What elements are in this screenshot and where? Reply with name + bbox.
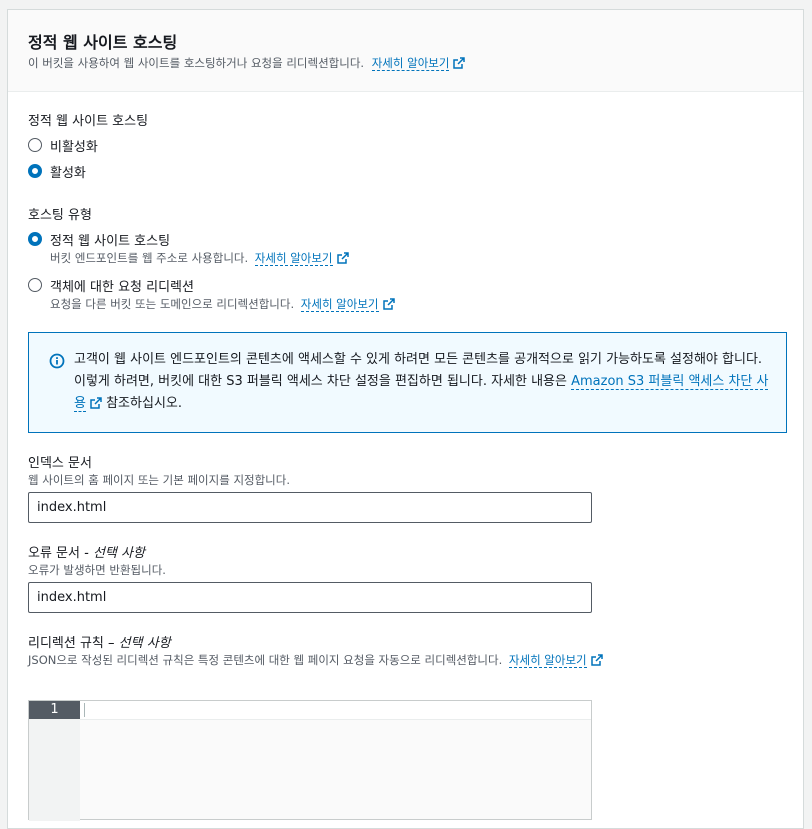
radio-static-hosting-label[interactable]: 정적 웹 사이트 호스팅 — [50, 230, 170, 249]
info-alert-text: 고객이 웹 사이트 엔드포인트의 콘텐츠에 액세스할 수 있게 하려면 모든 콘… — [74, 349, 774, 415]
error-document-label-text: 오류 문서 — [28, 546, 80, 561]
redirect-rules-label: 리디렉션 규칙 – 선택 사항 — [28, 632, 171, 651]
info-alert-text-2: 참조하십시오. — [101, 396, 182, 411]
error-document-optional: - 선택 사항 — [84, 546, 145, 561]
editor-gutter — [29, 701, 80, 821]
radio-redirect-label[interactable]: 객체에 대한 요청 리디렉션 — [50, 276, 194, 295]
radio-enable-label[interactable]: 활성화 — [50, 162, 86, 181]
redirect-description-text: 요청을 다른 버킷 또는 도메인으로 리디렉션합니다. — [50, 297, 295, 311]
redirect-rules-editor[interactable]: 1 — [28, 700, 592, 821]
redirect-rules-label-text: 리디렉션 규칙 — [28, 636, 104, 651]
info-icon — [49, 353, 65, 369]
index-document-label: 인덱스 문서 — [28, 456, 92, 471]
error-document-label: 오류 문서 - 선택 사항 — [28, 542, 145, 561]
hosting-toggle-label: 정적 웹 사이트 호스팅 — [28, 114, 149, 129]
panel-description: 이 버킷을 사용하여 웹 사이트를 호스팅하거나 요청을 리디렉션합니다. 자세… — [28, 55, 466, 71]
index-document-description: 웹 사이트의 홈 페이지 또는 기본 페이지를 지정합니다. — [28, 473, 291, 487]
panel-header: 정적 웹 사이트 호스팅 이 버킷을 사용하여 웹 사이트를 호스팅하거나 요청… — [8, 10, 803, 92]
info-alert: 고객이 웹 사이트 엔드포인트의 콘텐츠에 액세스할 수 있게 하려면 모든 콘… — [28, 332, 787, 433]
error-document-input[interactable]: index.html — [28, 582, 592, 613]
radio-disable[interactable] — [28, 138, 42, 152]
radio-disable-label[interactable]: 비활성화 — [50, 136, 98, 155]
redirect-learn-more-link[interactable]: 자세히 알아보기 — [300, 297, 379, 312]
editor-line-number: 1 — [29, 701, 80, 719]
editor-active-line[interactable] — [80, 701, 591, 720]
panel-description-text: 이 버킷을 사용하여 웹 사이트를 호스팅하거나 요청을 리디렉션합니다. — [28, 56, 365, 70]
learn-more-link[interactable]: 자세히 알아보기 — [371, 56, 450, 71]
editor-cursor — [84, 703, 85, 717]
error-document-description: 오류가 발생하면 반환됩니다. — [28, 563, 166, 577]
external-link-icon — [590, 654, 603, 666]
radio-enable[interactable] — [28, 164, 42, 178]
redirect-rules-description-text: JSON으로 작성된 리디렉션 규칙은 특정 콘텐츠에 대한 웹 페이지 요청을… — [28, 653, 503, 667]
static-hosting-description: 버킷 엔드포인트를 웹 주소로 사용합니다. 자세히 알아보기 — [50, 250, 349, 266]
radio-redirect[interactable] — [28, 278, 42, 292]
index-document-input[interactable]: index.html — [28, 492, 592, 523]
static-hosting-description-text: 버킷 엔드포인트를 웹 주소로 사용합니다. — [50, 251, 249, 265]
external-link-icon — [453, 57, 466, 69]
panel-title: 정적 웹 사이트 호스팅 — [28, 33, 178, 52]
redirect-rules-description: JSON으로 작성된 리디렉션 규칙은 특정 콘텐츠에 대한 웹 페이지 요청을… — [28, 652, 603, 668]
static-website-hosting-panel: 정적 웹 사이트 호스팅 이 버킷을 사용하여 웹 사이트를 호스팅하거나 요청… — [7, 9, 804, 829]
hosting-type-label: 호스팅 유형 — [28, 208, 92, 223]
static-hosting-learn-more-link[interactable]: 자세히 알아보기 — [254, 251, 333, 266]
redirect-description: 요청을 다른 버킷 또는 도메인으로 리디렉션합니다. 자세히 알아보기 — [50, 296, 395, 312]
redirect-rules-optional: – 선택 사항 — [108, 636, 171, 651]
external-link-icon — [382, 298, 395, 310]
redirect-rules-learn-more-link[interactable]: 자세히 알아보기 — [508, 653, 587, 668]
radio-static-hosting[interactable] — [28, 232, 42, 246]
external-link-icon — [336, 252, 349, 264]
external-link-icon — [90, 397, 102, 409]
